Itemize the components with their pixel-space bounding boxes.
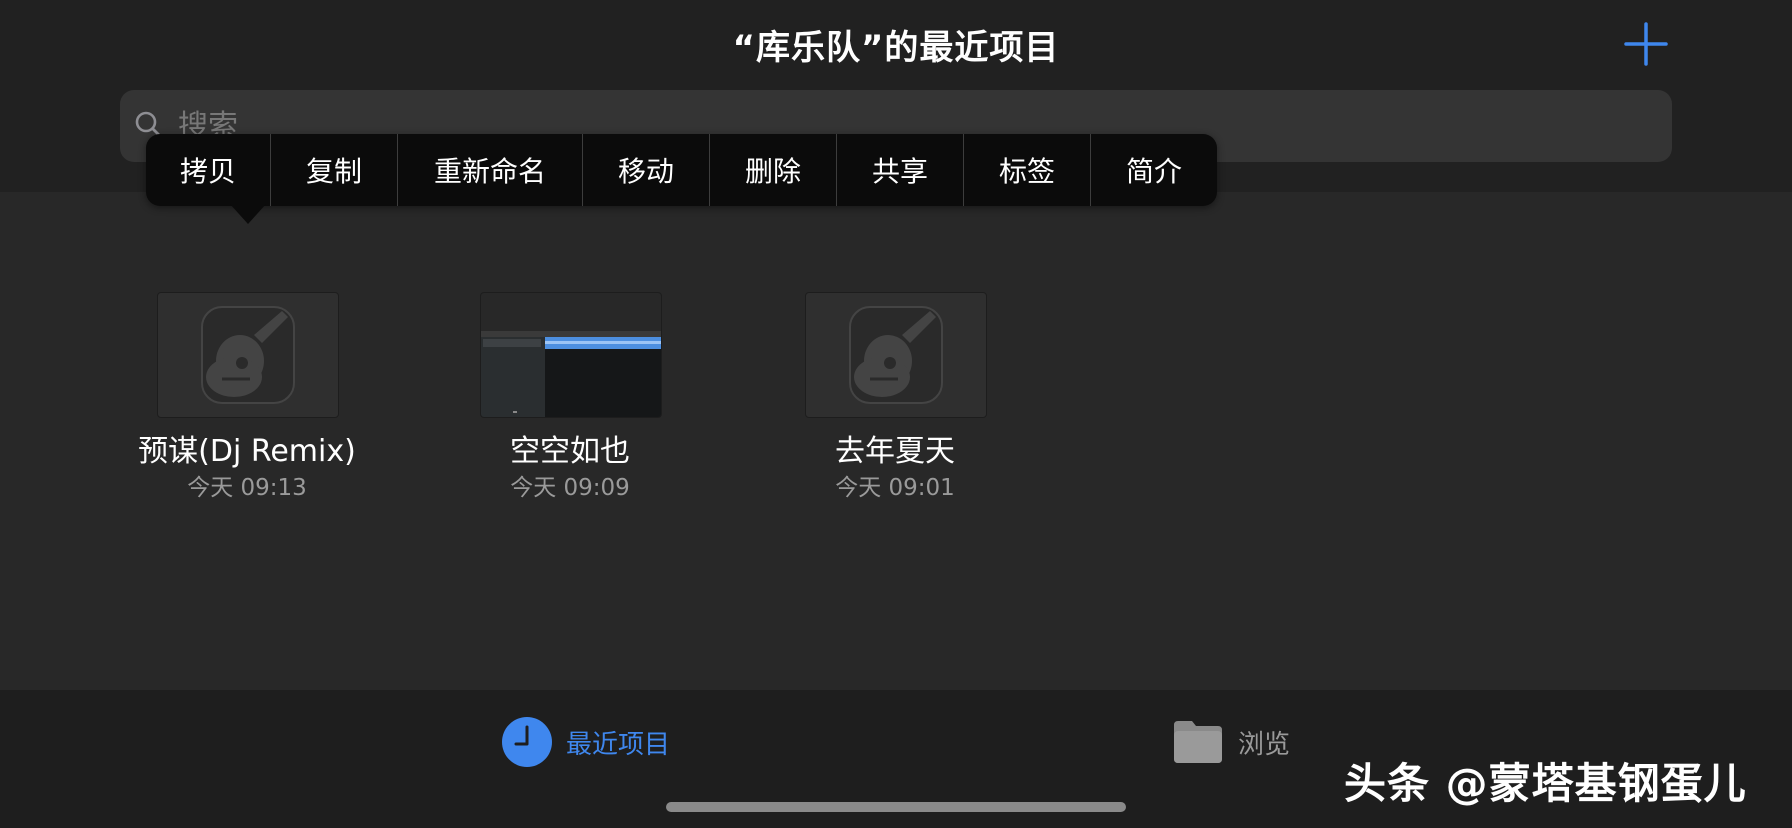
project-date: 今天 09:09 bbox=[510, 475, 630, 501]
project-item[interactable]: 预谋(Dj Remix) 今天 09:13 bbox=[75, 292, 395, 512]
project-name: 去年夏天 bbox=[835, 434, 955, 469]
project-date: 今天 09:01 bbox=[835, 475, 955, 501]
tab-browse[interactable]: 浏览 bbox=[1172, 712, 1290, 772]
project-item[interactable]: 去年夏天 今天 09:01 bbox=[723, 292, 1043, 512]
watermark-text: 头条 @蒙塔基钢蛋儿 bbox=[1344, 759, 1747, 808]
menu-item-duplicate[interactable]: 复制 bbox=[271, 134, 398, 206]
menu-item-copy[interactable]: 拷贝 bbox=[146, 134, 271, 206]
project-name: 空空如也 bbox=[510, 434, 630, 469]
tracks-preview bbox=[481, 293, 661, 417]
menu-item-move[interactable]: 移动 bbox=[583, 134, 710, 206]
tab-label: 最近项目 bbox=[566, 729, 671, 760]
garageband-guitar-icon bbox=[849, 306, 943, 404]
tab-label: 浏览 bbox=[1238, 729, 1291, 760]
garageband-guitar-icon bbox=[201, 306, 295, 404]
context-menu-pointer bbox=[230, 204, 266, 224]
folder-icon bbox=[1174, 721, 1222, 763]
menu-item-info[interactable]: 简介 bbox=[1091, 134, 1217, 206]
page-title: “库乐队”的最近项目 bbox=[732, 28, 1060, 68]
tab-recent-projects[interactable]: 最近项目 bbox=[502, 712, 670, 772]
home-indicator[interactable] bbox=[666, 802, 1126, 812]
menu-item-share[interactable]: 共享 bbox=[837, 134, 964, 206]
menu-item-tags[interactable]: 标签 bbox=[964, 134, 1091, 206]
project-date: 今天 09:13 bbox=[187, 475, 307, 501]
project-thumbnail bbox=[480, 292, 662, 418]
context-menu: 拷贝 复制 重新命名 移动 删除 共享 标签 简介 bbox=[146, 134, 1217, 206]
menu-item-delete[interactable]: 删除 bbox=[710, 134, 837, 206]
add-project-button[interactable] bbox=[1620, 18, 1672, 70]
project-thumbnail bbox=[805, 292, 987, 418]
project-item[interactable]: 空空如也 今天 09:09 bbox=[398, 292, 718, 512]
project-thumbnail bbox=[157, 292, 339, 418]
project-name: 预谋(Dj Remix) bbox=[138, 434, 356, 469]
plus-icon bbox=[1624, 22, 1668, 66]
menu-item-rename[interactable]: 重新命名 bbox=[398, 134, 583, 206]
clock-icon bbox=[502, 717, 552, 767]
